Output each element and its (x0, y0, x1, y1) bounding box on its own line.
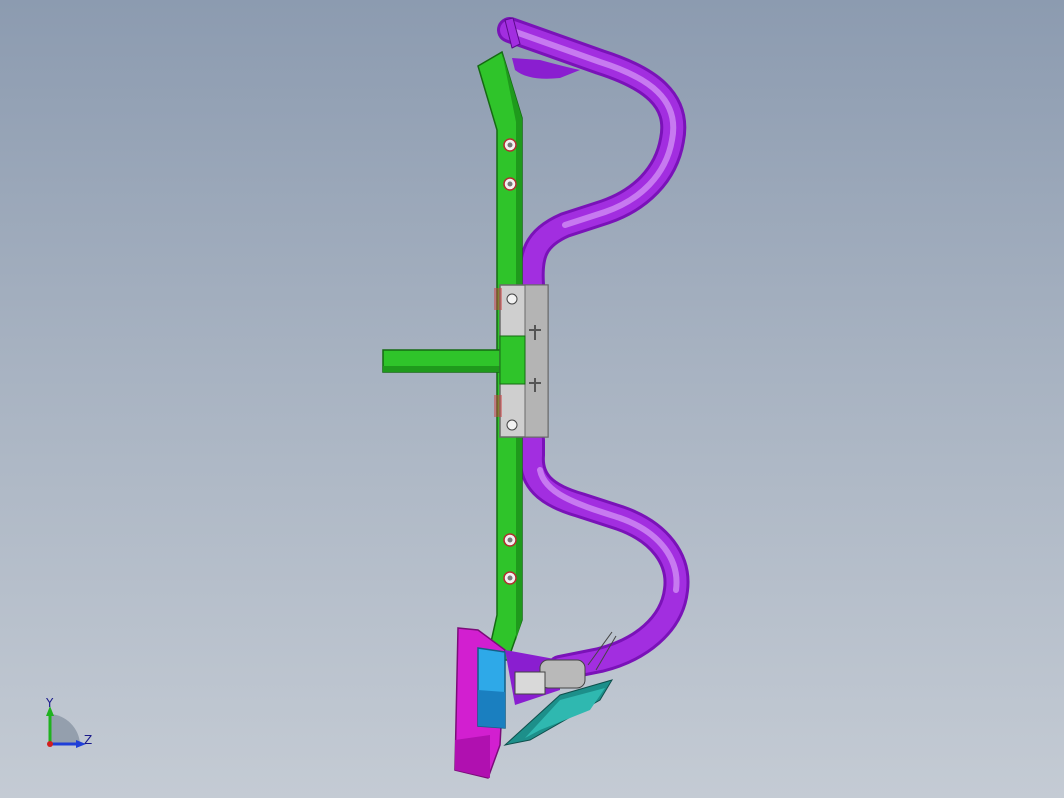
z-axis-label: Z (84, 733, 93, 747)
center-clamp[interactable] (494, 284, 549, 438)
coordinate-triad: Y Z (38, 696, 108, 760)
y-axis-label: Y (46, 696, 54, 710)
cad-viewport[interactable] (0, 0, 1064, 798)
